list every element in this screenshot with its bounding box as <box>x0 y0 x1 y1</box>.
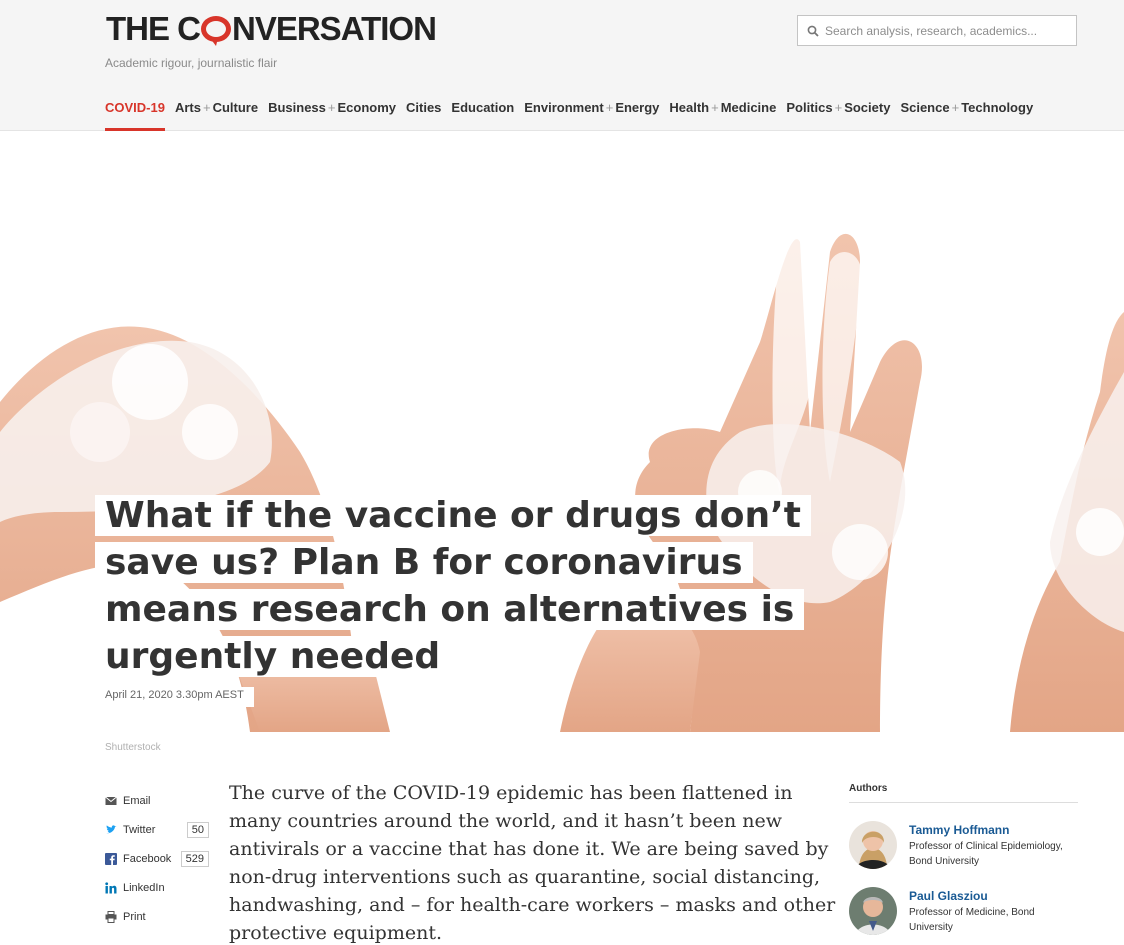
nav-plus: + <box>951 100 960 115</box>
article-date: April 21, 2020 3.30pm AEST <box>95 687 254 707</box>
facebook-icon <box>105 852 117 865</box>
logo-text-post: NVERSATION <box>232 10 437 47</box>
nav-label: Cities <box>406 100 442 115</box>
nav-label: Culture <box>212 100 259 115</box>
nav-environment-energy[interactable]: Environment + Energy <box>524 100 659 131</box>
author-card[interactable]: Paul Glasziou Professor of Medicine, Bon… <box>849 887 1078 935</box>
nav-plus: + <box>202 100 211 115</box>
avatar[interactable] <box>849 821 897 869</box>
nav-label: Economy <box>337 100 396 115</box>
nav-label: Medicine <box>720 100 777 115</box>
nav-politics-society[interactable]: Politics + Society <box>786 100 890 131</box>
site-header: THE C NVERSATION Academic rigour, journal… <box>0 0 1124 131</box>
nav-label: Education <box>451 100 515 115</box>
facebook-share-count: 529 <box>180 851 209 867</box>
nav-business-economy[interactable]: Business + Economy <box>268 100 396 131</box>
article-paragraph: The curve of the COVID-19 epidemic has b… <box>229 782 836 944</box>
nav-label: Society <box>844 100 891 115</box>
email-icon <box>105 796 117 805</box>
nav-label: COVID-19 <box>105 100 165 115</box>
logo-text-pre: THE C <box>106 10 201 47</box>
authors-heading: Authors <box>849 783 1078 803</box>
nav-label: Politics <box>786 100 833 115</box>
logo-speech-bubble-icon <box>201 16 231 46</box>
share-panel: Email Twitter 50 Facebook 529 LinkedIn P… <box>105 786 215 931</box>
share-twitter[interactable]: Twitter 50 <box>105 815 215 844</box>
article-body: The curve of the COVID-19 epidemic has b… <box>229 779 839 945</box>
author-role: Professor of Medicine, Bond University <box>909 907 1035 933</box>
twitter-share-count: 50 <box>186 822 209 838</box>
site-logo[interactable]: THE C NVERSATION <box>106 10 437 48</box>
authors-panel: Authors Tammy Hoffmann Professor of Clin… <box>849 783 1078 935</box>
site-tagline: Academic rigour, journalistic flair <box>105 56 278 70</box>
twitter-icon <box>106 824 117 833</box>
nav-plus: + <box>327 100 336 115</box>
nav-label: Technology <box>961 100 1034 115</box>
nav-cities[interactable]: Cities <box>406 100 441 131</box>
share-twitter-label: Twitter <box>123 823 156 836</box>
nav-label: Arts <box>174 100 201 115</box>
share-email-label: Email <box>123 794 151 807</box>
nav-education[interactable]: Education <box>451 100 514 131</box>
nav-label: Environment <box>524 100 604 115</box>
nav-plus: + <box>834 100 843 115</box>
image-credit: Shutterstock <box>105 742 161 753</box>
share-facebook[interactable]: Facebook 529 <box>105 844 215 873</box>
avatar[interactable] <box>849 887 897 935</box>
article-headline: What if the vaccine or drugs don’t save … <box>95 492 811 680</box>
search-box[interactable] <box>797 15 1077 46</box>
share-email[interactable]: Email <box>105 786 215 815</box>
author-card[interactable]: Tammy Hoffmann Professor of Clinical Epi… <box>849 821 1078 869</box>
nav-plus: + <box>605 100 614 115</box>
author-photo <box>849 821 897 869</box>
main-nav: COVID-19 Arts + Culture Business + Economy C… <box>105 100 1043 131</box>
nav-label: Energy <box>615 100 660 115</box>
nav-covid-19[interactable]: COVID-19 <box>105 100 165 131</box>
author-name[interactable]: Tammy Hoffmann <box>909 823 1078 837</box>
search-input[interactable] <box>825 23 1065 38</box>
share-facebook-label: Facebook <box>123 852 172 865</box>
printer-icon <box>105 910 117 923</box>
nav-science-technology[interactable]: Science + Technology <box>900 100 1033 131</box>
author-role: Professor of Clinical Epidemiology, Bond… <box>909 841 1063 867</box>
share-print[interactable]: Print <box>105 902 215 931</box>
author-name[interactable]: Paul Glasziou <box>909 889 1078 903</box>
nav-label: Science <box>900 100 950 115</box>
search-icon <box>807 25 819 37</box>
nav-label: Business <box>268 100 326 115</box>
share-print-label: Print <box>123 910 146 923</box>
share-linkedin-label: LinkedIn <box>123 881 165 894</box>
nav-arts-culture[interactable]: Arts + Culture <box>175 100 258 131</box>
headline-text: What if the vaccine or drugs don’t save … <box>95 495 811 677</box>
linkedin-icon <box>105 881 117 893</box>
nav-health-medicine[interactable]: Health + Medicine <box>669 100 776 131</box>
nav-plus: + <box>711 100 719 115</box>
author-photo <box>849 887 897 935</box>
nav-label: Health <box>669 100 710 115</box>
share-linkedin[interactable]: LinkedIn <box>105 873 215 902</box>
